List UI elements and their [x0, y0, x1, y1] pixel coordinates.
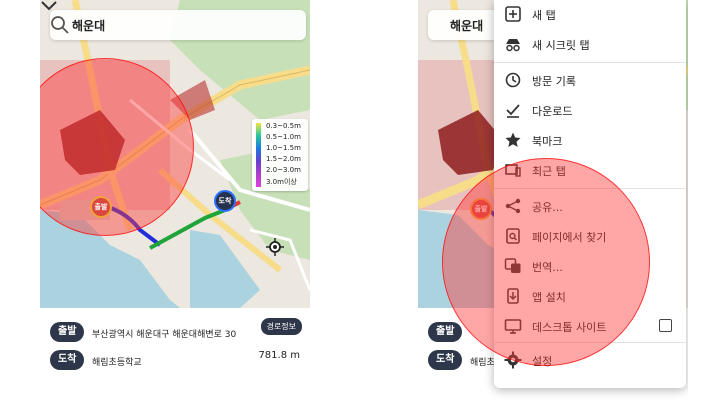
menu-item-bookmarks[interactable]: 북마크	[494, 126, 686, 154]
route-panel: 출발 부산광역시 해운대구 해운대해변로 30 경로정보 도착 해림초등학교 7…	[40, 308, 310, 400]
menu-item-incognito[interactable]: 새 시크릿 탭	[494, 30, 686, 58]
legend-label: 2.0~3.0m	[266, 166, 301, 174]
legend-label: 1.0~1.5m	[266, 144, 301, 152]
menu-item-downloads[interactable]: 다운로드	[494, 96, 686, 124]
map-screen: 해운대 0.3~0.5m 0.5~1.0m 1.0~1.5m 1.5~2.0m …	[40, 0, 310, 400]
search-query: 해운대	[72, 19, 106, 33]
search-bar[interactable]: 해운대	[50, 10, 306, 40]
start-label: 출발	[428, 322, 463, 342]
menu-item-new-tab[interactable]: 새 탭	[494, 0, 686, 28]
map-view[interactable]: 해운대 0.3~0.5m 0.5~1.0m 1.0~1.5m 1.5~2.0m …	[40, 0, 310, 308]
highlight-circle	[442, 158, 650, 366]
star-icon	[505, 132, 521, 147]
start-label: 출발	[50, 322, 85, 342]
menu-item-label: 다운로드	[532, 105, 573, 118]
legend-label: 3.0m이상	[266, 178, 297, 186]
end-name: 해림초등학교	[92, 358, 142, 368]
map-screen-with-menu: 해운대 출발 출발 도착 해림초 새 탭 새 시크릿 탭 방문 기록 다운로드 …	[418, 0, 688, 400]
legend-color-bar	[256, 123, 261, 187]
end-marker[interactable]: 도착	[214, 190, 236, 212]
start-marker[interactable]: 출발	[90, 196, 112, 218]
incognito-icon	[506, 39, 520, 52]
depth-legend: 0.3~0.5m 0.5~1.0m 1.0~1.5m 1.5~2.0m 2.0~…	[252, 119, 308, 191]
menu-item-label: 방문 기록	[532, 75, 576, 88]
history-icon	[505, 72, 521, 88]
menu-divider	[494, 62, 686, 63]
download-icon	[506, 104, 520, 118]
end-name: 해림초	[470, 358, 495, 368]
end-label: 도착	[428, 350, 463, 370]
legend-label: 1.5~2.0m	[266, 155, 301, 163]
my-location-icon[interactable]	[266, 238, 284, 256]
chevron-down-icon[interactable]	[40, 0, 58, 12]
desktop-site-checkbox[interactable]	[659, 319, 672, 332]
menu-item-label: 새 시크릿 탭	[532, 39, 590, 52]
route-info-button[interactable]: 경로정보	[260, 318, 302, 335]
new-tab-icon	[505, 6, 521, 22]
menu-item-label: 북마크	[532, 135, 563, 148]
route-distance: 781.8 m	[258, 350, 300, 361]
menu-item-label: 새 탭	[532, 9, 556, 22]
legend-label: 0.5~1.0m	[266, 133, 301, 141]
search-icon[interactable]	[50, 15, 70, 35]
search-query: 해운대	[450, 19, 484, 33]
start-address: 부산광역시 해운대구 해운대해변로 30	[92, 330, 237, 340]
menu-item-history[interactable]: 방문 기록	[494, 66, 686, 94]
end-label: 도착	[50, 350, 85, 370]
legend-label: 0.3~0.5m	[266, 122, 301, 130]
